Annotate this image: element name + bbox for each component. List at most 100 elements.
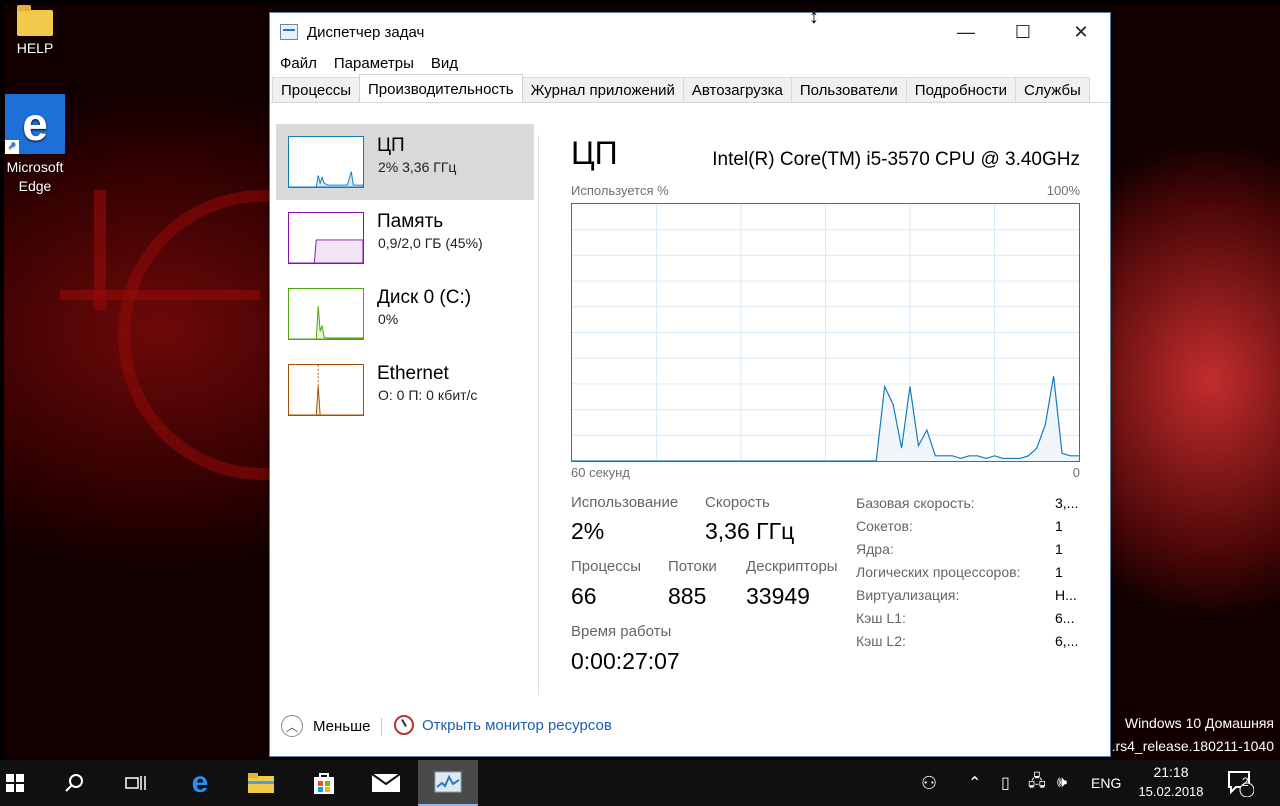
resource-item-disk[interactable]: Диск 0 (C:) 0% [276,276,534,352]
fewer-details-button[interactable]: ︿ Меньше [281,715,370,737]
watermark-line1: Windows 10 Домашняя [1124,715,1274,731]
resource-item-memory[interactable]: Память 0,9/2,0 ГБ (45%) [276,200,534,276]
detail-label: Виртуализация: [856,587,960,603]
tray-app-icon: ▯ [1001,775,1010,792]
edge-icon: e [191,766,209,799]
resource-name: Память [377,211,444,232]
tab-users[interactable]: Пользователи [790,77,907,102]
cpu-detail-panel: ЦП Intel(R) Core(TM) i5-3570 CPU @ 3.40G… [540,121,1110,701]
footer-divider [381,718,382,736]
minimize-button[interactable]: — [937,13,995,51]
task-manager-window: Диспетчер задач — ☐ ✕ Файл Параметры Вид… [269,12,1111,757]
memory-mini-graph [288,212,364,264]
resource-list: ЦП 2% 3,36 ГГц Память 0,9/2,0 ГБ (45%) Д… [276,124,534,428]
taskbar-store-button[interactable] [296,760,352,806]
clock-date: 15.02.2018 [1138,784,1204,799]
speed-value: 3,36 ГГц [705,518,795,544]
uptime-value: 0:00:27:07 [571,648,680,674]
resize-cursor-icon: ↕ [809,6,819,28]
desktop-icon-label: Microsoft Edge [6,159,64,194]
resource-name: ЦП [377,135,405,156]
action-center-button[interactable]: 2 [1226,760,1254,806]
chevron-up-icon: ︿ [281,715,303,737]
title-bar[interactable]: Диспетчер задач — ☐ ✕ [270,13,1110,51]
resource-sub: О: 0 П: 0 кбит/с [378,387,478,403]
menu-view[interactable]: Вид [431,55,458,72]
taskbar-mail-button[interactable] [358,760,414,806]
edge-icon: e ↗ [5,94,65,154]
volume-icon: 🕪 [1057,774,1068,791]
network-button[interactable]: 🖧 [1028,760,1046,806]
graph-label-right: 100% [1046,183,1080,198]
detail-label: Сокетов: [856,518,913,534]
disk-mini-graph [288,288,364,340]
detail-value: 6... [1055,610,1075,626]
mail-icon [371,773,401,792]
speed-label: Скорость [705,494,770,511]
tray-app-button[interactable]: ▯ [1001,760,1010,806]
menu-options[interactable]: Параметры [334,55,414,72]
menu-bar: Файл Параметры Вид [270,51,1110,75]
axis-right-label: 0 [1072,465,1080,480]
wallpaper-bar [60,290,260,300]
detail-label: Базовая скорость: [856,495,975,511]
start-button[interactable] [0,760,30,806]
ethernet-mini-graph [288,364,364,416]
tab-bar: Процессы Производительность Журнал прило… [270,74,1110,103]
volume-button[interactable]: 🕪 [1057,760,1067,806]
detail-value: Н... [1055,587,1077,603]
detail-label: Логических процессоров: [856,564,1021,580]
task-view-icon [125,776,146,790]
resource-sub: 2% 3,36 ГГц [378,159,457,175]
search-button[interactable] [46,760,102,806]
processes-label: Процессы [571,558,642,575]
language-button[interactable]: ENG [1091,760,1121,806]
detail-value: 1 [1055,541,1063,557]
store-icon [314,773,334,794]
task-manager-icon [280,24,298,40]
maximize-button[interactable]: ☐ [994,13,1052,51]
footer-bar: ︿ Меньше Открыть монитор ресурсов [270,706,1110,756]
desktop-icon-help[interactable]: HELP [0,4,70,56]
resource-item-ethernet[interactable]: Ethernet О: 0 П: 0 кбит/с [276,352,534,428]
handles-label: Дескрипторы [746,558,838,575]
resource-sub: 0,9/2,0 ГБ (45%) [378,235,483,251]
tab-performance[interactable]: Производительность [359,74,523,102]
taskbar: e ⚇ ⌃ ▯ 🖧 🕪 ENG 21:18 15.02.2018 2 [0,760,1280,806]
desktop-icon-edge[interactable]: e ↗ Microsoft Edge [0,94,70,196]
tab-app-history[interactable]: Журнал приложений [521,77,684,102]
show-hidden-icons-button[interactable]: ⌃ [968,760,981,806]
menu-file[interactable]: Файл [280,55,317,72]
close-button[interactable]: ✕ [1052,13,1110,51]
notification-count: 2 [1242,775,1249,789]
desktop-icon-label: HELP [16,40,54,56]
taskbar-task-manager-button[interactable] [418,760,478,806]
tab-details[interactable]: Подробности [905,77,1016,102]
usage-value: 2% [571,518,605,544]
clock-button[interactable]: 21:18 15.02.2018 [1128,762,1214,802]
folder-icon [248,773,274,793]
processes-value: 66 [571,583,597,609]
usage-label: Использование [571,494,679,511]
people-button[interactable]: ⚇ [921,760,937,806]
top-edge [0,0,1280,4]
notification-icon [1228,771,1254,797]
task-manager-icon [434,771,462,793]
cpu-mini-graph [288,136,364,188]
folder-icon [17,5,53,36]
task-view-button[interactable] [108,760,164,806]
taskbar-edge-button[interactable]: e [172,760,228,806]
windows-logo-icon [6,774,24,792]
resource-name: Ethernet [377,363,449,384]
shortcut-arrow-icon: ↗ [5,140,19,154]
panel-divider [538,135,539,695]
taskbar-explorer-button[interactable] [233,760,289,806]
tab-startup[interactable]: Автозагрузка [682,77,792,102]
detail-value: 6,... [1055,633,1079,649]
tab-processes[interactable]: Процессы [272,77,361,102]
resource-item-cpu[interactable]: ЦП 2% 3,36 ГГц [276,124,534,200]
network-icon: 🖧 [1028,772,1046,790]
open-resource-monitor-link[interactable]: Открыть монитор ресурсов [394,715,612,735]
people-icon: ⚇ [921,772,938,793]
tab-services[interactable]: Службы [1014,77,1090,102]
